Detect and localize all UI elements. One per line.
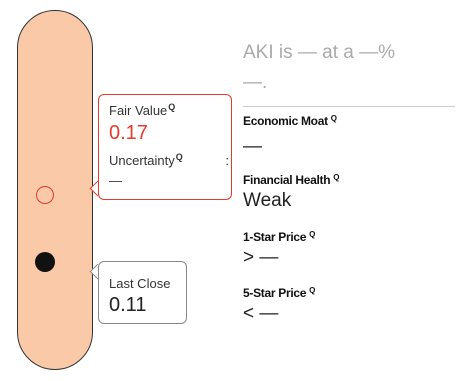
last-close-callout: Last Close 0.11	[98, 261, 187, 324]
headline-line-2: —.	[243, 72, 268, 93]
metric-title: 1-Star Price	[243, 230, 307, 244]
valuation-headline: AKI is — at a —% —.	[243, 38, 453, 98]
metric-economic-moat: Economic Moat Q —	[243, 114, 337, 158]
metric-title-row: Economic Moat Q	[243, 114, 337, 128]
financial-health-info-icon[interactable]: Q	[333, 173, 339, 182]
uncertainty-info-icon[interactable]: Q	[176, 152, 183, 162]
fair-value-label-row: Fair ValueQ	[109, 102, 175, 118]
last-close-label: Last Close	[109, 276, 171, 291]
last-close-value: 0.11	[109, 294, 147, 316]
economic-moat-info-icon[interactable]: Q	[331, 114, 337, 123]
metric-title-row: Financial Health Q	[243, 173, 339, 187]
one-star-info-icon[interactable]: Q	[309, 230, 315, 239]
metric-title-row: 5-Star Price Q	[243, 286, 315, 300]
headline-divider	[243, 106, 455, 107]
fair-value-info-icon[interactable]: Q	[168, 102, 175, 112]
metric-5-star-price: 5-Star Price Q < —	[243, 286, 315, 325]
metric-title: 5-Star Price	[243, 286, 307, 300]
fair-value-value: 0.17	[109, 122, 148, 144]
metric-title: Economic Moat	[243, 114, 328, 128]
metric-value: Weak	[243, 190, 292, 211]
five-star-info-icon[interactable]: Q	[309, 286, 315, 295]
uncertainty-row: UncertaintyQ :	[109, 152, 231, 168]
metric-value: < —	[243, 303, 279, 324]
uncertainty-value: —	[109, 173, 122, 188]
metric-value: —	[243, 136, 262, 157]
headline-line-1: AKI is — at a —%	[243, 42, 396, 63]
uncertainty-label: Uncertainty	[109, 153, 175, 168]
metric-title: Financial Health	[243, 173, 331, 187]
metric-value: > —	[243, 247, 279, 268]
metric-1-star-price: 1-Star Price Q > —	[243, 230, 315, 269]
valuation-gauge	[17, 10, 93, 370]
metric-financial-health: Financial Health Q Weak	[243, 173, 339, 212]
fair-value-label: Fair Value	[109, 103, 168, 118]
fair-value-marker	[36, 186, 54, 204]
fair-value-callout: Fair ValueQ 0.17 UncertaintyQ : —	[98, 94, 232, 200]
metric-title-row: 1-Star Price Q	[243, 230, 315, 244]
last-close-marker	[35, 252, 55, 272]
uncertainty-separator: :	[225, 153, 229, 168]
